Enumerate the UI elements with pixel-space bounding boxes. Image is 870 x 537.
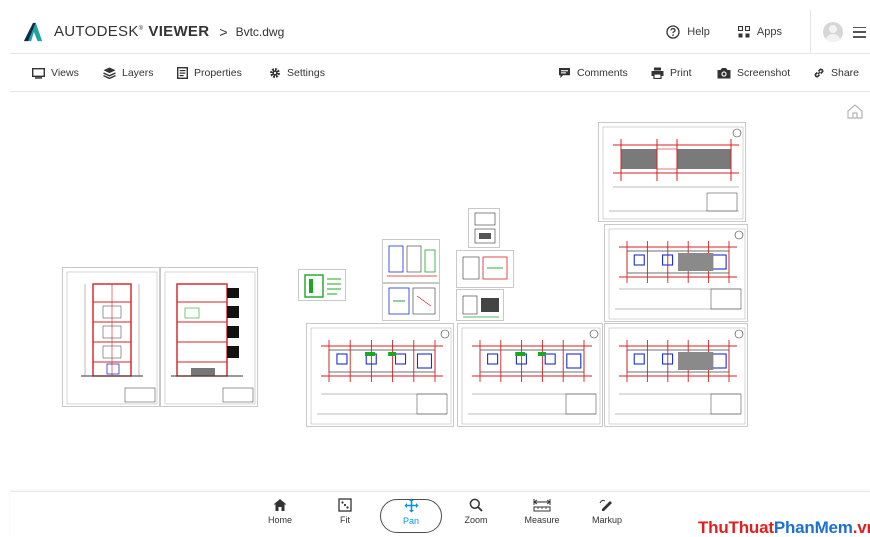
drawing-sheet[interactable] (457, 323, 603, 427)
help-label: Help (687, 26, 710, 38)
fit-button[interactable]: Fit (315, 498, 375, 534)
properties-button[interactable]: Properties (177, 54, 242, 92)
watermark: ThuThuatPhanMem.vn (698, 518, 870, 537)
pan-icon (404, 498, 418, 513)
view-home-icon[interactable] (846, 103, 864, 119)
print-label: Print (670, 67, 692, 79)
measure-button[interactable]: Measure (512, 498, 572, 534)
layers-label: Layers (122, 67, 154, 79)
drawing-sheet[interactable] (298, 269, 346, 301)
screenshot-label: Screenshot (737, 67, 791, 79)
fit-label: Fit (340, 515, 350, 525)
sheet-detail (462, 295, 499, 318)
header-divider (810, 10, 811, 54)
markup-button[interactable]: Markup (577, 498, 637, 534)
drawing-sheet[interactable] (62, 267, 160, 407)
comments-button[interactable]: Comments (558, 54, 628, 92)
watermark-part2: PhanMem (773, 518, 853, 537)
pencil-icon (599, 499, 612, 511)
avatar[interactable] (823, 22, 843, 42)
drawing-sheet[interactable] (456, 289, 504, 321)
drawing-sheet[interactable] (604, 224, 748, 322)
drawing-canvas[interactable] (10, 93, 870, 491)
brand-autodesk: AUTODESK (54, 23, 139, 40)
question-circle-icon (666, 25, 680, 39)
sheet-detail (474, 212, 496, 244)
autodesk-logo[interactable] (22, 21, 44, 43)
share-label: Share (831, 67, 860, 79)
comments-label: Comments (577, 67, 628, 79)
monitor-icon (32, 67, 45, 79)
app-header: AUTODESK® VIEWER > Bvtc.dwg Help Apps (10, 10, 870, 54)
sheet-section (164, 271, 256, 405)
brand-trademark: ® (138, 26, 144, 32)
watermark-part3: .vn (852, 518, 870, 537)
sheet-detail (462, 256, 508, 280)
drawing-sheet[interactable] (468, 208, 500, 248)
header-right: Help Apps (666, 10, 870, 54)
sheet-detail (388, 287, 436, 315)
hamburger-icon[interactable] (853, 26, 866, 38)
help-button[interactable]: Help (666, 25, 710, 39)
viewer-toolbar: Views Layers Properties Settings Comment… (10, 54, 870, 92)
brand-viewer: VIEWER (148, 23, 210, 40)
apps-button[interactable]: Apps (737, 26, 782, 38)
pan-button[interactable]: Pan (381, 498, 441, 534)
home-button[interactable]: Home (250, 498, 310, 534)
drawing-sheet[interactable] (382, 239, 440, 283)
sheet-detail (387, 245, 437, 277)
settings-label: Settings (287, 67, 325, 79)
comment-icon (559, 68, 570, 78)
layers-icon (103, 67, 116, 79)
sheet-floor-plan (608, 327, 746, 425)
sheet-elevation-front (66, 271, 158, 405)
sheet-legend (304, 274, 341, 298)
views-label: Views (51, 67, 79, 79)
zoom-button[interactable]: Zoom (446, 498, 506, 534)
link-icon (814, 68, 824, 78)
share-button[interactable]: Share (813, 54, 859, 92)
zoom-label: Zoom (464, 515, 488, 525)
gear-icon (270, 68, 280, 78)
print-button[interactable]: Print (651, 54, 692, 92)
sheet-floor-plan (310, 327, 452, 425)
brand-title: AUTODESK® VIEWER (54, 23, 209, 40)
zoom-icon (469, 498, 483, 512)
ruler-icon (533, 499, 551, 512)
markup-label: Markup (591, 515, 622, 525)
sheet-floor-plan (608, 228, 746, 320)
drawing-sheet[interactable] (306, 323, 454, 427)
document-icon (177, 67, 188, 79)
breadcrumb-separator: > (219, 23, 228, 40)
file-name[interactable]: Bvtc.dwg (236, 25, 285, 39)
settings-button[interactable]: Settings (269, 54, 325, 92)
sheet-roof-plan (602, 126, 744, 220)
pan-label: Pan (402, 516, 419, 526)
drawing-sheet[interactable] (456, 250, 514, 288)
drawing-sheet[interactable] (598, 122, 746, 222)
layers-button[interactable]: Layers (103, 54, 154, 92)
drawing-sheet[interactable] (382, 283, 440, 321)
properties-label: Properties (194, 67, 242, 79)
views-button[interactable]: Views (32, 54, 79, 92)
home-icon (273, 499, 287, 511)
apps-label: Apps (756, 26, 782, 38)
home-label: Home (267, 515, 292, 525)
watermark-part1: ThuThuat (698, 518, 774, 537)
drawing-sheet[interactable] (604, 323, 748, 427)
measure-label: Measure (524, 515, 560, 525)
screenshot-button[interactable]: Screenshot (717, 54, 790, 92)
fit-icon (338, 498, 352, 512)
camera-icon (717, 68, 731, 79)
sheet-floor-plan (461, 327, 601, 425)
grid-icon (737, 26, 750, 38)
printer-icon (651, 67, 664, 79)
drawing-sheet[interactable] (160, 267, 258, 407)
